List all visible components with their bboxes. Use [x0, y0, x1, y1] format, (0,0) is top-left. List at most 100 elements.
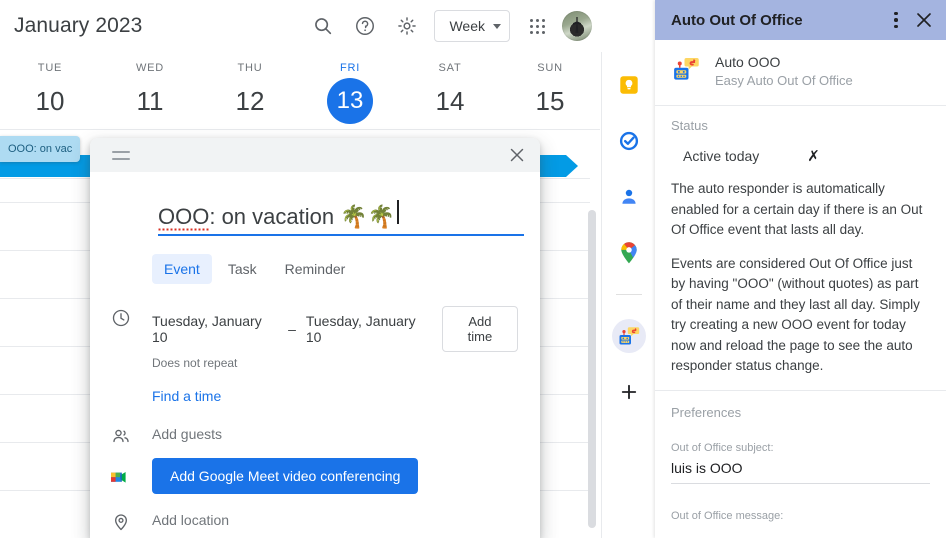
- add-guests-input[interactable]: Add guests: [152, 424, 518, 442]
- addon-identity-text: Auto OOO Easy Auto Out Of Office: [715, 52, 853, 91]
- event-guests-row[interactable]: Add guests: [90, 424, 540, 446]
- event-create-dialog: OOO: on vacation 🌴🌴 Event Task Reminder: [90, 138, 540, 538]
- event-date-range: Tuesday, January 10 – Tuesday, January 1…: [152, 306, 518, 352]
- calendar-app: January 2023 Week TUE 10 WED 11 THU 12 F…: [0, 0, 946, 538]
- apps-grid-icon[interactable]: [516, 5, 558, 47]
- calendar-scrollbar[interactable]: [588, 210, 596, 528]
- google-keep-icon[interactable]: [612, 68, 646, 102]
- status-inactive-mark-icon: ✗: [807, 148, 820, 166]
- side-panel-rail: [601, 52, 666, 538]
- add-location-input[interactable]: Add location: [152, 510, 518, 528]
- day-of-week-label: TUE: [37, 62, 63, 74]
- day-number[interactable]: 11: [127, 78, 173, 124]
- ooo-subject-label: Out of Office subject:: [671, 441, 774, 454]
- day-of-week-label: SUN: [537, 62, 563, 74]
- event-location-row[interactable]: Add location: [90, 510, 540, 532]
- calendar-toolbar: January 2023 Week: [0, 0, 600, 52]
- day-number[interactable]: 12: [227, 78, 273, 124]
- chevron-down-icon: [493, 23, 501, 29]
- tab-event[interactable]: Event: [152, 254, 212, 284]
- day-of-week-label: THU: [237, 62, 263, 74]
- day-column-4[interactable]: SAT 14: [400, 52, 500, 129]
- tab-task[interactable]: Task: [216, 254, 269, 284]
- google-meet-icon: [90, 466, 152, 486]
- location-main: Add location: [152, 510, 518, 528]
- addon-side-panel: Auto Out Of Office Auto OOO Easy Auto Ou…: [655, 0, 946, 538]
- event-title-wrapper: OOO: on vacation 🌴🌴: [158, 200, 524, 236]
- calendar-main: January 2023 Week TUE 10 WED 11 THU 12 F…: [0, 0, 600, 538]
- day-number[interactable]: 10: [27, 78, 73, 124]
- addon-panel-title: Auto Out Of Office: [671, 11, 803, 29]
- day-number[interactable]: 14: [427, 78, 473, 124]
- event-title-text: OOO: on vacation 🌴🌴: [158, 204, 395, 231]
- status-section-label: Status: [671, 118, 708, 134]
- day-column-1[interactable]: WED 11: [100, 52, 200, 129]
- status-value-label: Active today: [683, 148, 760, 165]
- toolbar-actions: Week: [302, 0, 600, 52]
- event-type-tabs: Event Task Reminder: [152, 254, 540, 284]
- event-meet-row: Add Google Meet video conferencing: [90, 458, 540, 494]
- view-select-label: Week: [449, 18, 485, 34]
- event-title-input[interactable]: OOO: on vacation 🌴🌴: [158, 200, 524, 236]
- day-of-week-label: WED: [135, 62, 165, 74]
- preferences-section-label: Preferences: [671, 404, 742, 420]
- day-column-0[interactable]: TUE 10: [0, 52, 100, 129]
- day-column-5[interactable]: SUN 15: [500, 52, 600, 129]
- auto-ooo-addon-icon[interactable]: [611, 313, 666, 359]
- day-number-today[interactable]: 13: [327, 78, 373, 124]
- event-repeat-label[interactable]: Does not repeat: [152, 356, 518, 370]
- clock-icon: [90, 306, 152, 328]
- dialog-header: [90, 138, 540, 172]
- day-number[interactable]: 15: [527, 78, 573, 124]
- view-select[interactable]: Week: [434, 10, 510, 42]
- status-section: Status Active today ✗ The auto responder…: [655, 106, 946, 377]
- rail-divider: [615, 294, 642, 295]
- google-tasks-icon[interactable]: [612, 124, 646, 158]
- event-title-rest: : on vacation 🌴🌴: [209, 204, 395, 229]
- google-maps-icon[interactable]: [612, 236, 646, 270]
- status-paragraph-2: Events are considered Out Of Office just…: [671, 255, 920, 374]
- meet-main: Add Google Meet video conferencing: [152, 458, 518, 494]
- people-icon: [90, 424, 152, 446]
- event-start-date[interactable]: Tuesday, January 10: [152, 313, 278, 345]
- add-time-button[interactable]: Add time: [441, 306, 518, 352]
- day-of-week-label-today: FRI: [339, 62, 361, 74]
- close-icon[interactable]: [910, 6, 938, 34]
- help-icon[interactable]: [344, 5, 386, 47]
- day-of-week-label: SAT: [438, 62, 462, 74]
- addon-subtitle: Easy Auto Out Of Office: [715, 73, 853, 89]
- search-icon[interactable]: [302, 5, 344, 47]
- dialog-body: OOO: on vacation 🌴🌴 Event Task Reminder: [90, 200, 540, 538]
- google-contacts-icon[interactable]: [612, 180, 646, 214]
- status-badge: Active today ✗: [671, 147, 930, 165]
- event-preview-chip[interactable]: OOO: on vac: [0, 136, 81, 162]
- close-icon[interactable]: [504, 142, 530, 168]
- ooo-subject-input[interactable]: luis is OOO: [671, 460, 930, 484]
- ooo-message-label: Out of Office message:: [671, 509, 784, 522]
- event-when-row: Tuesday, January 10 – Tuesday, January 1…: [90, 306, 540, 404]
- add-addon-button[interactable]: [612, 375, 646, 409]
- tab-reminder[interactable]: Reminder: [273, 254, 358, 284]
- find-a-time-link[interactable]: Find a time: [152, 388, 518, 404]
- date-range-dash: –: [288, 321, 296, 337]
- user-avatar[interactable]: [562, 11, 592, 41]
- day-column-2[interactable]: THU 12: [200, 52, 300, 129]
- drag-handle-icon[interactable]: [112, 150, 130, 160]
- add-google-meet-button[interactable]: Add Google Meet video conferencing: [152, 458, 419, 494]
- more-options-icon[interactable]: [882, 6, 910, 34]
- gear-icon[interactable]: [386, 5, 428, 47]
- day-header-row: TUE 10 WED 11 THU 12 FRI 13 SAT 14 SUN 1…: [0, 52, 600, 130]
- addon-name: Auto OOO: [715, 54, 781, 70]
- addon-panel-header: Auto Out Of Office: [655, 0, 946, 40]
- location-pin-icon: [90, 510, 152, 532]
- robot-addon-icon: [671, 54, 701, 89]
- status-paragraph-1: The auto responder is automatically enab…: [671, 181, 923, 238]
- addon-identity: Auto OOO Easy Auto Out Of Office: [655, 40, 946, 107]
- event-end-date[interactable]: Tuesday, January 10: [306, 313, 432, 345]
- guests-main: Add guests: [152, 424, 518, 442]
- page-title: January 2023: [14, 14, 143, 37]
- day-column-3[interactable]: FRI 13: [300, 52, 400, 129]
- preferences-section: Preferences Out of Office subject: luis …: [655, 391, 946, 522]
- event-when-main: Tuesday, January 10 – Tuesday, January 1…: [152, 306, 518, 404]
- text-cursor: [397, 200, 399, 224]
